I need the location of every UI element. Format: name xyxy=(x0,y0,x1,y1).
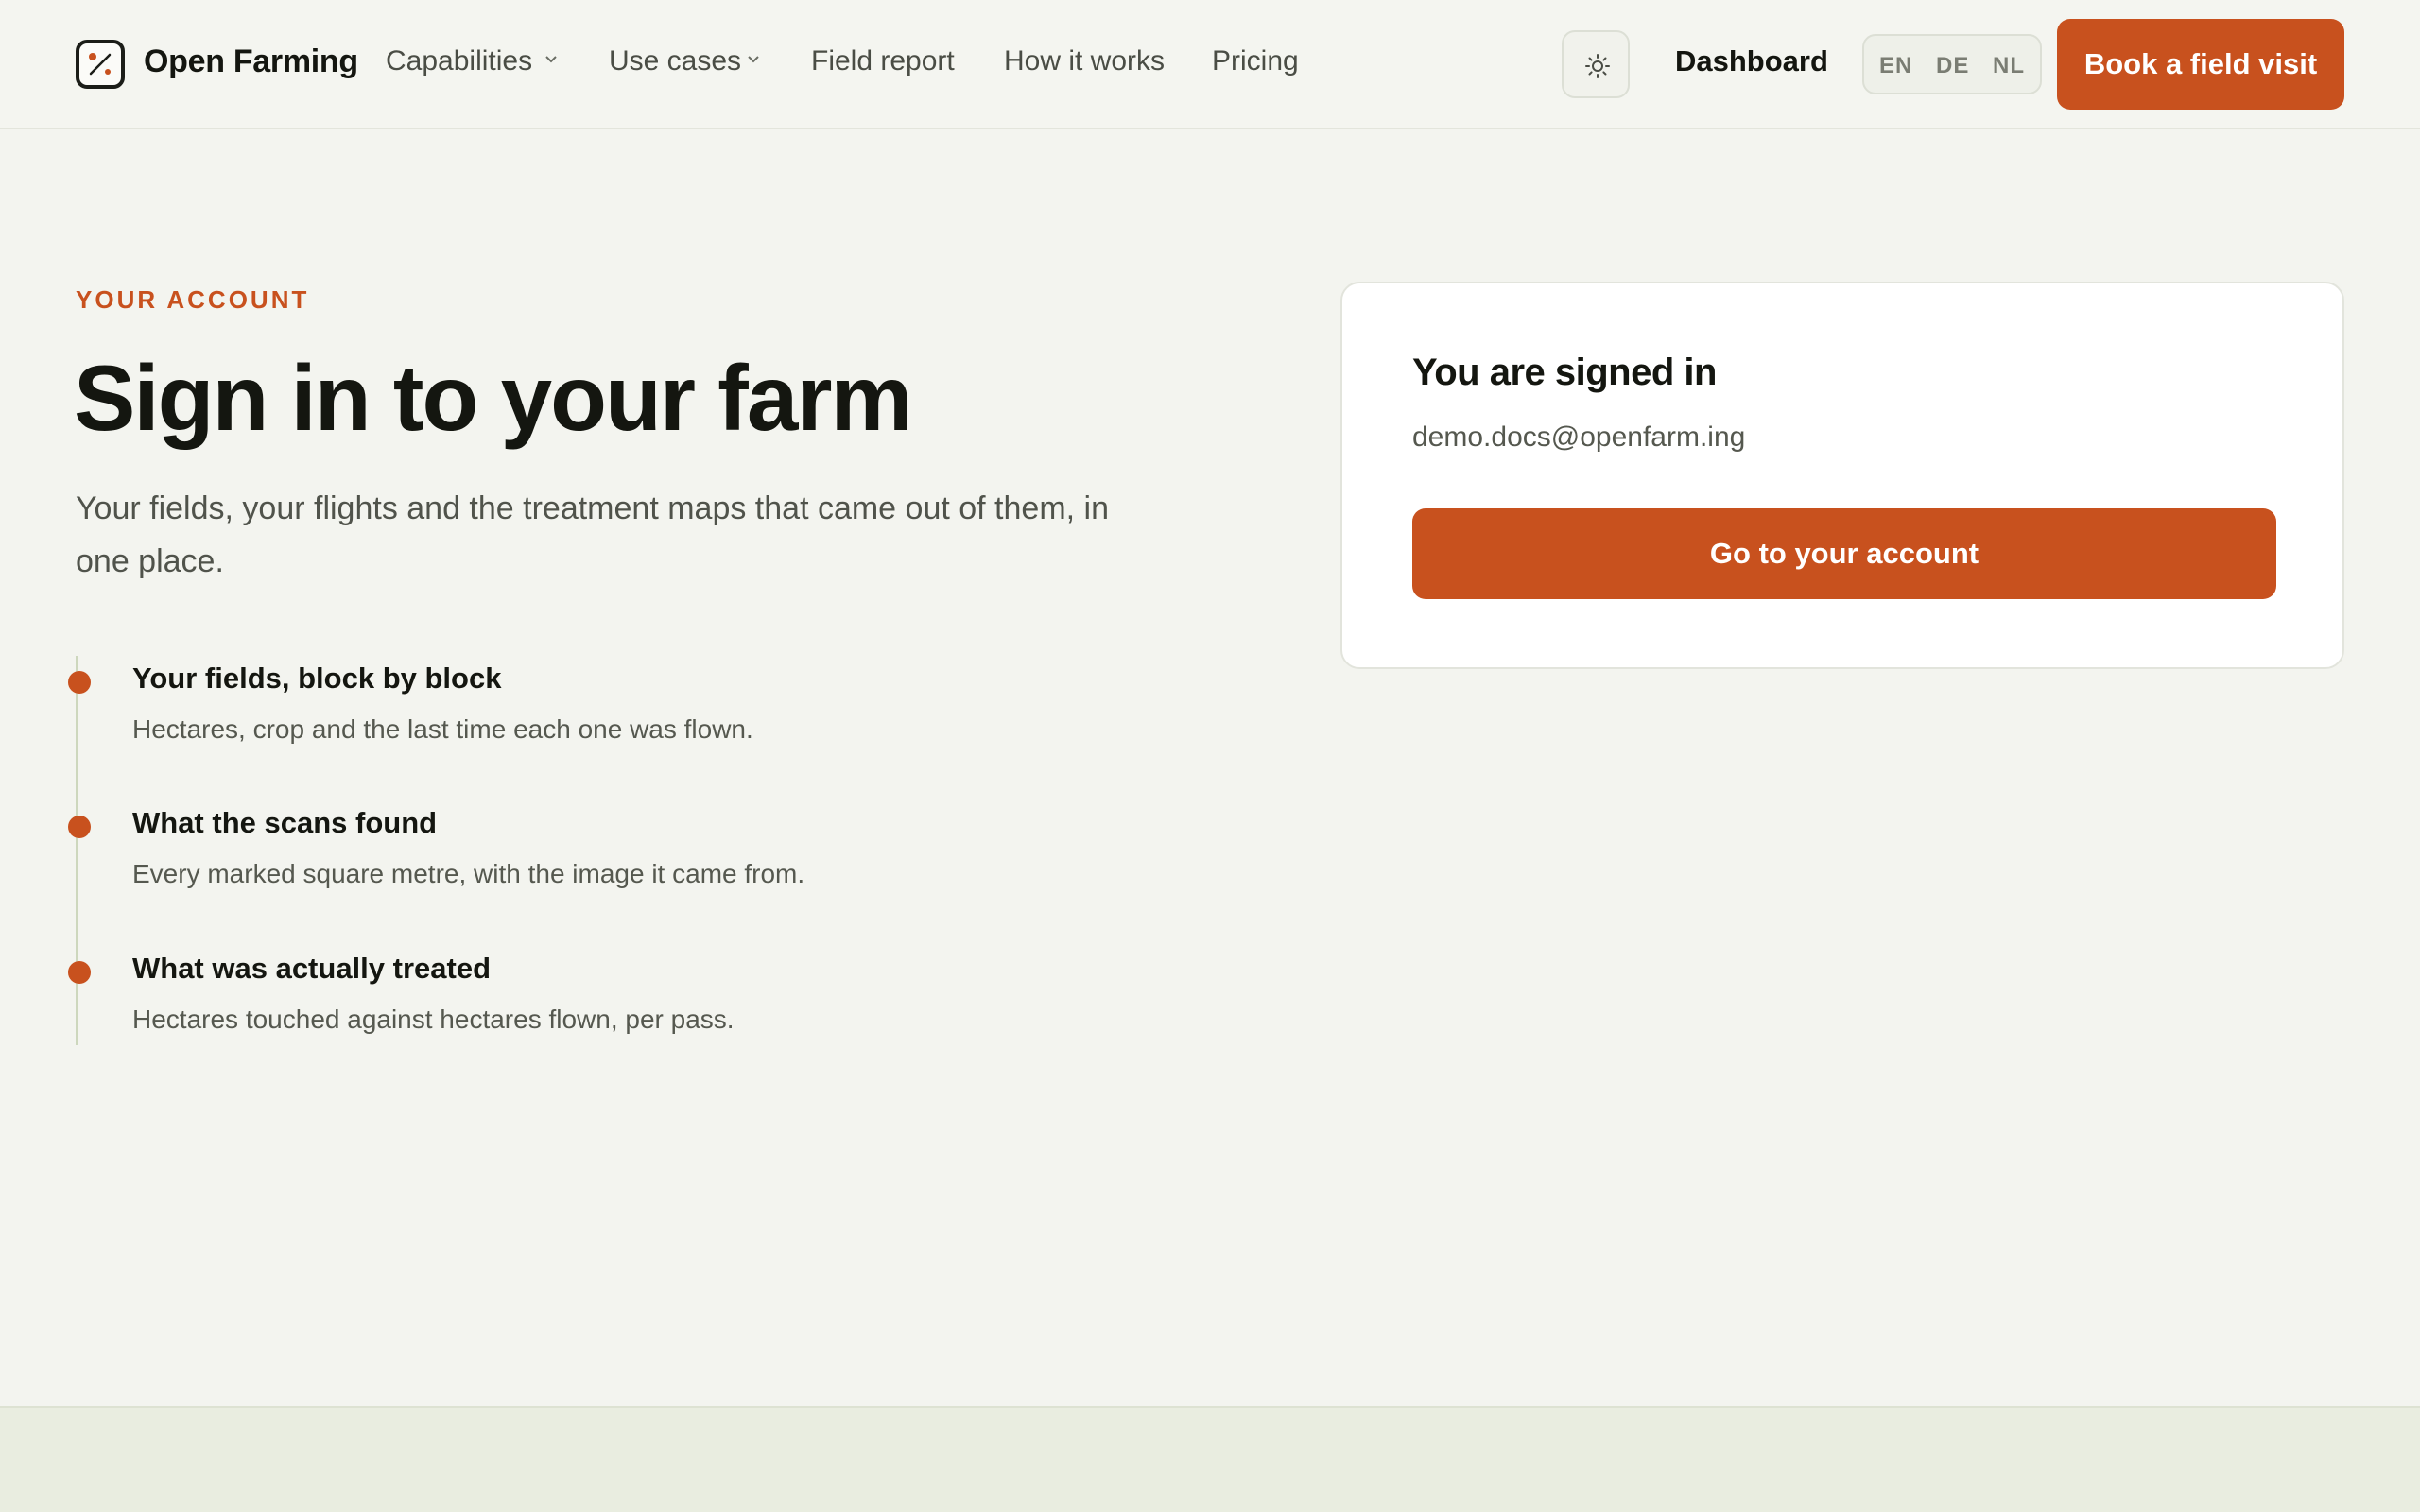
nav-how-it-works[interactable]: How it works xyxy=(1004,45,1165,77)
language-de[interactable]: DE xyxy=(1936,53,1969,79)
feature-description: Hectares, crop and the last time each on… xyxy=(132,714,753,744)
bullet-dot-icon xyxy=(68,961,91,984)
signin-status-card: You are signed in demo.docs@openfarm.ing… xyxy=(1340,282,2344,669)
feature-title: Your fields, block by block xyxy=(132,662,502,695)
language-switcher: EN DE NL xyxy=(1862,34,2042,94)
nav-use-cases[interactable]: Use cases xyxy=(609,45,741,77)
signed-in-email: demo.docs@openfarm.ing xyxy=(1412,421,1746,453)
theme-toggle-button[interactable] xyxy=(1562,30,1630,98)
signin-card-title: You are signed in xyxy=(1412,352,1717,393)
nav-field-report[interactable]: Field report xyxy=(811,45,955,77)
feature-description: Hectares touched against hectares flown,… xyxy=(132,1005,735,1034)
dashboard-link[interactable]: Dashboard xyxy=(1675,44,1828,78)
feature-title: What was actually treated xyxy=(132,952,492,985)
nav-capabilities[interactable]: Capabilities xyxy=(386,45,532,77)
bullet-dot-icon xyxy=(68,671,91,694)
feature-timeline-line xyxy=(76,656,78,1045)
chevron-down-icon[interactable] xyxy=(747,55,760,64)
site-header: Open Farming Capabilities Use cases Fiel… xyxy=(0,0,2420,129)
feature-title: What the scans found xyxy=(132,806,438,839)
page-subtitle: Your fields, your flights and the treatm… xyxy=(76,490,1109,579)
language-nl[interactable]: NL xyxy=(1993,53,2025,79)
language-en[interactable]: EN xyxy=(1879,53,1912,79)
bullet-dot-icon xyxy=(68,816,91,838)
footer-band xyxy=(0,1406,2420,1512)
brand-logo-icon[interactable] xyxy=(76,40,125,89)
brand-name[interactable]: Open Farming xyxy=(144,43,358,80)
go-to-account-button[interactable]: Go to your account xyxy=(1412,508,2276,599)
book-field-visit-button[interactable]: Book a field visit xyxy=(2057,19,2344,110)
feature-description: Every marked square metre, with the imag… xyxy=(132,859,805,888)
sun-icon xyxy=(1585,54,1610,78)
chevron-down-icon[interactable] xyxy=(544,55,558,64)
nav-pricing[interactable]: Pricing xyxy=(1212,45,1299,77)
page-title: Sign in to your farm xyxy=(74,346,913,450)
section-eyebrow: YOUR ACCOUNT xyxy=(76,285,310,314)
